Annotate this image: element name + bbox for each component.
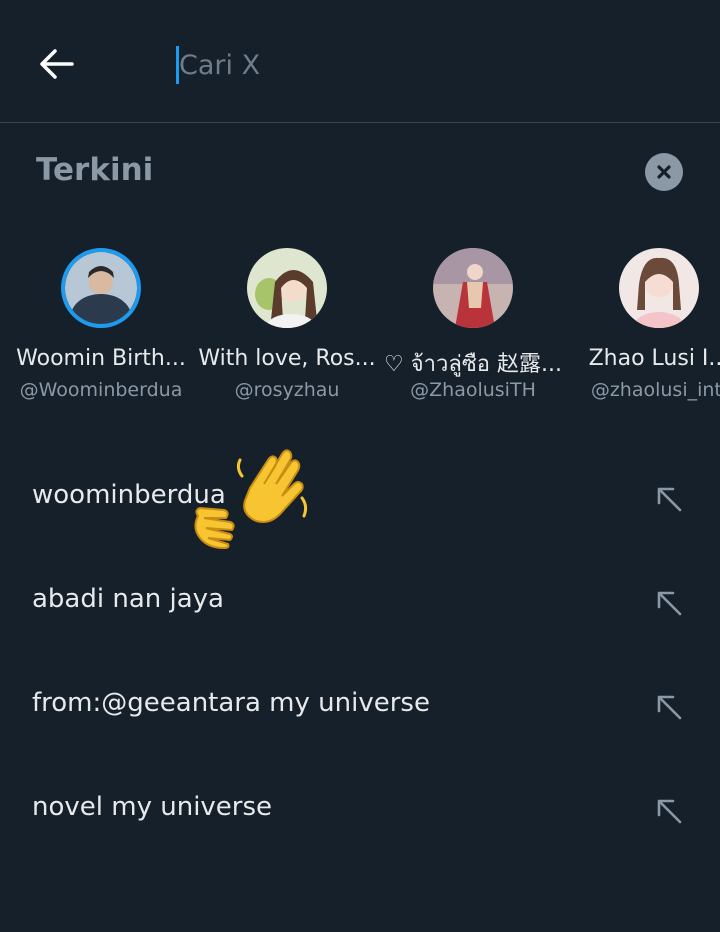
account-handle: @Woominberdua bbox=[19, 379, 183, 401]
avatar bbox=[61, 248, 141, 328]
back-button[interactable] bbox=[26, 36, 86, 92]
fill-query-button[interactable] bbox=[652, 794, 686, 828]
recent-query[interactable]: woominberdua bbox=[0, 446, 720, 550]
avatar bbox=[433, 248, 513, 328]
fill-query-button[interactable] bbox=[652, 482, 686, 516]
recent-accounts: Woomin Birth... @Woominberdua With love,… bbox=[0, 246, 720, 416]
recent-query[interactable]: abadi nan jaya bbox=[0, 550, 720, 654]
search-box[interactable] bbox=[176, 40, 676, 90]
query-text: abadi nan jaya bbox=[32, 584, 224, 614]
clear-recent-button[interactable] bbox=[645, 153, 683, 191]
account-name: ♡ จ้าวลู่ซือ 赵露... bbox=[384, 352, 562, 377]
account-handle: @rosyzhau bbox=[234, 379, 340, 401]
fill-query-button[interactable] bbox=[652, 690, 686, 724]
account-handle: @zhaolusi_intl bbox=[590, 379, 720, 401]
account-name: Woomin Birth... bbox=[16, 346, 186, 371]
search-input[interactable] bbox=[179, 40, 639, 90]
recent-query[interactable]: from:@geeantara my universe bbox=[0, 654, 720, 758]
account-name: With love, Ros... bbox=[198, 346, 376, 371]
fill-query-button[interactable] bbox=[652, 586, 686, 620]
recent-query[interactable]: novel my universe bbox=[0, 758, 720, 862]
account-name: Zhao Lusi I... bbox=[588, 346, 720, 371]
arrow-up-left-icon bbox=[657, 799, 682, 824]
avatar bbox=[619, 248, 699, 328]
recent-title: Terkini bbox=[36, 152, 154, 188]
avatar bbox=[247, 248, 327, 328]
arrow-left-icon bbox=[40, 49, 74, 79]
close-icon bbox=[657, 165, 671, 179]
query-text: novel my universe bbox=[32, 792, 273, 822]
arrow-up-left-icon bbox=[657, 487, 682, 512]
query-text: from:@geeantara my universe bbox=[32, 688, 430, 718]
account-handle: @ZhaolusiTH bbox=[410, 379, 536, 401]
arrow-up-left-icon bbox=[657, 591, 682, 616]
query-text: woominberdua bbox=[32, 480, 226, 510]
search-header bbox=[0, 0, 720, 123]
arrow-up-left-icon bbox=[657, 695, 682, 720]
